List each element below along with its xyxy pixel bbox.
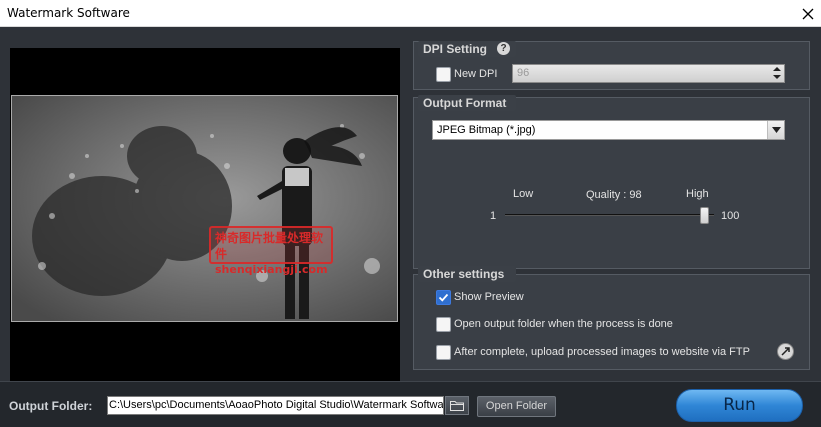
new-dpi-label: New DPI <box>454 68 498 80</box>
bottom-bar: Output Folder: C:\Users\pc\Documents\Aoa… <box>0 381 821 427</box>
quality-label: Quality : 98 <box>586 189 642 201</box>
run-button[interactable]: Run <box>676 389 803 422</box>
output-format-group-title: Output Format <box>418 95 516 111</box>
browse-folder-button[interactable] <box>445 396 469 415</box>
output-folder-path-field[interactable]: C:\Users\pc\Documents\AoaoPhoto Digital … <box>107 396 444 415</box>
preview-pane: 神奇图片批量处理软件 shenqixiangji.com <box>10 48 400 397</box>
output-format-select[interactable]: JPEG Bitmap (*.jpg) <box>432 120 785 140</box>
dpi-value-spinner[interactable]: 96 <box>512 64 785 83</box>
watermark-line2: shenqixiangji.com <box>215 263 328 276</box>
close-icon <box>802 8 813 19</box>
title-bar: Watermark Software <box>0 0 821 27</box>
ftp-upload-checkbox[interactable] <box>436 345 451 360</box>
main-area: 神奇图片批量处理软件 shenqixiangji.com DPI Setting… <box>0 27 821 427</box>
dropdown-arrow-icon[interactable] <box>767 121 784 139</box>
quality-low-label: Low <box>513 188 534 200</box>
watermark-line1: 神奇图片批量处理软件 <box>215 231 324 261</box>
quality-max-label: 100 <box>721 210 740 222</box>
output-format-value: JPEG Bitmap (*.jpg) <box>437 124 536 136</box>
dpi-help-icon[interactable]: ? <box>497 42 510 55</box>
show-preview-label: Show Preview <box>454 291 524 303</box>
watermark-stamp: 神奇图片批量处理软件 shenqixiangji.com <box>209 226 333 276</box>
checkmark-icon <box>438 293 449 302</box>
ftp-upload-label: After complete, upload processed images … <box>454 346 750 358</box>
new-dpi-checkbox[interactable] <box>436 67 451 82</box>
dpi-value: 96 <box>517 67 530 79</box>
close-button[interactable] <box>794 0 821 27</box>
open-output-folder-label: Open output folder when the process is d… <box>454 318 673 330</box>
spinner-arrows-icon <box>773 67 781 79</box>
quality-slider-track[interactable] <box>505 214 714 216</box>
folder-icon <box>450 401 464 411</box>
ftp-settings-icon <box>781 347 790 356</box>
other-settings-group-title: Other settings <box>418 266 516 282</box>
window-title: Watermark Software <box>7 6 130 20</box>
open-output-folder-checkbox[interactable] <box>436 317 451 332</box>
ftp-settings-button[interactable] <box>777 343 794 360</box>
output-folder-label: Output Folder: <box>9 399 93 413</box>
preview-image: 神奇图片批量处理软件 shenqixiangji.com <box>11 95 398 322</box>
quality-high-label: High <box>686 188 709 200</box>
quality-slider-thumb[interactable] <box>700 207 709 224</box>
open-folder-button[interactable]: Open Folder <box>477 396 556 417</box>
quality-min-label: 1 <box>490 210 497 222</box>
show-preview-checkbox[interactable] <box>436 290 451 305</box>
